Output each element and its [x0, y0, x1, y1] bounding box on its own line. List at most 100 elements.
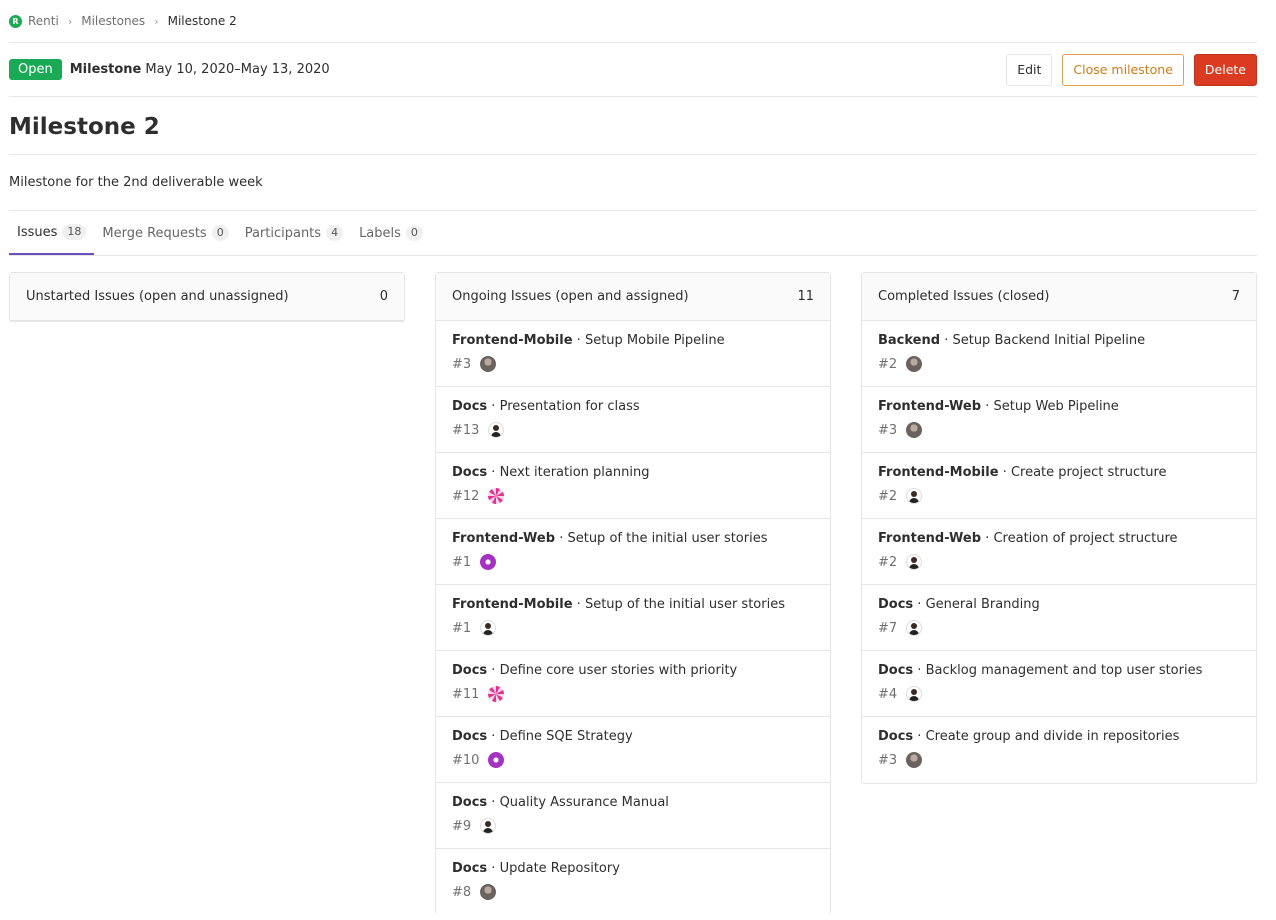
issue-project[interactable]: Docs — [452, 729, 487, 744]
issue-reference[interactable]: #13 — [452, 423, 479, 438]
tab-count-badge: 18 — [62, 224, 87, 240]
assignee-avatar[interactable] — [488, 686, 505, 702]
column-header: Unstarted Issues (open and unassigned) 0 — [10, 273, 404, 321]
issue-title[interactable]: Update Repository — [500, 861, 620, 876]
issue-title[interactable]: Define SQE Strategy — [500, 729, 633, 744]
close-milestone-button[interactable]: Close milestone — [1062, 53, 1184, 86]
issue-project[interactable]: Frontend-Mobile — [452, 597, 573, 612]
assignee-avatar[interactable] — [906, 686, 923, 702]
issue-reference[interactable]: #12 — [452, 489, 479, 504]
assignee-avatar[interactable] — [488, 422, 505, 438]
issue-title[interactable]: Create group and divide in repositories — [926, 729, 1180, 744]
breadcrumb-milestones[interactable]: Milestones — [81, 14, 145, 28]
issue-card: Frontend-Mobile · Create project structu… — [862, 453, 1256, 519]
tab-labels[interactable]: Labels 0 — [351, 211, 431, 255]
assignee-avatar[interactable] — [480, 356, 497, 372]
assignee-avatar[interactable] — [480, 620, 497, 636]
assignee-avatar[interactable] — [488, 752, 505, 768]
tab-participants[interactable]: Participants 4 — [237, 211, 351, 255]
issue-reference[interactable]: #1 — [452, 555, 471, 570]
issue-reference[interactable]: #10 — [452, 753, 479, 768]
tab-label: Issues — [17, 224, 58, 240]
issue-reference[interactable]: #1 — [452, 621, 471, 636]
issue-project[interactable]: Docs — [452, 861, 487, 876]
issue-reference[interactable]: #4 — [878, 687, 897, 702]
assignee-avatar[interactable] — [480, 818, 497, 834]
issue-title[interactable]: Setup of the initial user stories — [585, 597, 785, 612]
issue-reference[interactable]: #7 — [878, 621, 897, 636]
issue-title[interactable]: Presentation for class — [500, 399, 640, 414]
issue-title-line: Docs · Define core user stories with pri… — [452, 663, 814, 678]
issue-project[interactable]: Frontend-Web — [878, 399, 981, 414]
issue-project[interactable]: Backend — [878, 333, 940, 348]
assignee-avatar[interactable] — [480, 884, 497, 900]
issue-project[interactable]: Docs — [878, 729, 913, 744]
issue-reference[interactable]: #2 — [878, 357, 897, 372]
issue-project[interactable]: Docs — [452, 795, 487, 810]
delete-button[interactable]: Delete — [1193, 53, 1257, 86]
separator-dot: · — [572, 333, 585, 348]
milestone-tabs: Issues 18 Merge Requests 0 Participants … — [9, 211, 1257, 256]
issue-title[interactable]: Backlog management and top user stories — [926, 663, 1203, 678]
edit-button[interactable]: Edit — [1006, 53, 1053, 86]
assignee-avatar[interactable] — [488, 488, 505, 504]
issue-reference[interactable]: #8 — [452, 885, 471, 900]
issue-project[interactable]: Docs — [452, 663, 487, 678]
issue-meta: #2 — [878, 488, 1240, 504]
issue-title[interactable]: Next iteration planning — [500, 465, 650, 480]
issue-title[interactable]: Setup Web Pipeline — [993, 399, 1118, 414]
assignee-avatar[interactable] — [906, 356, 923, 372]
breadcrumb-project[interactable]: Renti — [28, 14, 59, 28]
issue-meta: #12 — [452, 488, 814, 504]
tab-issues[interactable]: Issues 18 — [9, 211, 95, 255]
issue-reference[interactable]: #3 — [878, 753, 897, 768]
issue-project[interactable]: Frontend-Mobile — [878, 465, 999, 480]
issue-reference[interactable]: #9 — [452, 819, 471, 834]
issue-meta: #1 — [452, 620, 814, 636]
issue-card: Docs · General Branding #7 — [862, 585, 1256, 651]
issue-project[interactable]: Docs — [878, 597, 913, 612]
issue-title[interactable]: Creation of project structure — [993, 531, 1177, 546]
issue-title[interactable]: Setup Backend Initial Pipeline — [952, 333, 1145, 348]
breadcrumb-current[interactable]: Milestone 2 — [168, 14, 237, 28]
issue-reference[interactable]: #11 — [452, 687, 479, 702]
issue-title[interactable]: Quality Assurance Manual — [500, 795, 669, 810]
issue-project[interactable]: Docs — [878, 663, 913, 678]
separator-dot: · — [913, 597, 926, 612]
issue-project[interactable]: Docs — [452, 399, 487, 414]
issue-card: Backend · Setup Backend Initial Pipeline… — [862, 321, 1256, 387]
issue-title[interactable]: Setup Mobile Pipeline — [585, 333, 725, 348]
issue-project[interactable]: Frontend-Web — [878, 531, 981, 546]
issue-card: Frontend-Web · Setup Web Pipeline #3 — [862, 387, 1256, 453]
issue-project[interactable]: Docs — [452, 465, 487, 480]
assignee-avatar[interactable] — [906, 488, 923, 504]
issue-project[interactable]: Frontend-Web — [452, 531, 555, 546]
renti-logo-icon[interactable]: R — [9, 14, 22, 28]
separator-dot: · — [981, 531, 994, 546]
issue-reference[interactable]: #3 — [878, 423, 897, 438]
assignee-avatar[interactable] — [906, 422, 923, 438]
milestone-label: Milestone — [69, 62, 142, 77]
column-count: 0 — [379, 289, 388, 304]
issue-title-line: Docs · Create group and divide in reposi… — [878, 729, 1240, 744]
issue-title[interactable]: Create project structure — [1011, 465, 1167, 480]
assignee-avatar[interactable] — [906, 752, 923, 768]
column-title: Completed Issues (closed) — [878, 289, 1050, 304]
issue-title[interactable]: Setup of the initial user stories — [567, 531, 767, 546]
tab-merge-requests[interactable]: Merge Requests 0 — [94, 211, 236, 255]
issue-title[interactable]: General Branding — [926, 597, 1040, 612]
issue-title-line: Docs · Quality Assurance Manual — [452, 795, 814, 810]
column-count: 7 — [1231, 289, 1240, 304]
issue-reference[interactable]: #2 — [878, 489, 897, 504]
issue-reference[interactable]: #2 — [878, 555, 897, 570]
assignee-avatar[interactable] — [906, 620, 923, 636]
separator-dot: · — [487, 729, 500, 744]
issue-title-line: Frontend-Mobile · Create project structu… — [878, 465, 1240, 480]
assignee-avatar[interactable] — [480, 554, 497, 570]
issue-reference[interactable]: #3 — [452, 357, 471, 372]
issue-project[interactable]: Frontend-Mobile — [452, 333, 573, 348]
issue-title[interactable]: Define core user stories with priority — [500, 663, 738, 678]
assignee-avatar[interactable] — [906, 554, 923, 570]
breadcrumb: R Renti › Milestones › Milestone 2 — [9, 0, 1257, 43]
issue-card: Frontend-Web · Creation of project struc… — [862, 519, 1256, 585]
